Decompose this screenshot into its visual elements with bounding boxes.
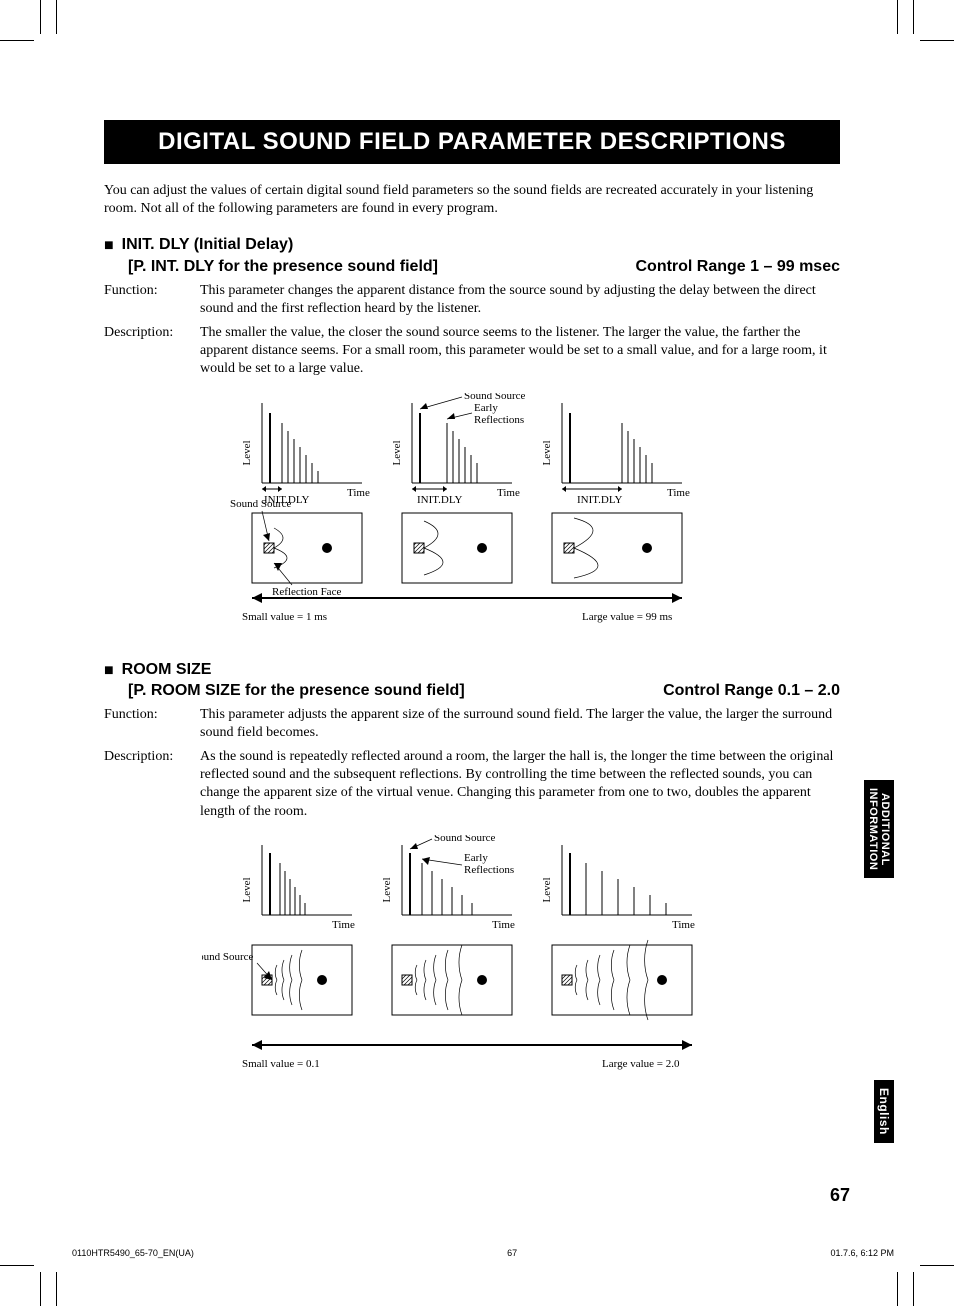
reflection-face-label: Reflection Face — [272, 586, 341, 598]
function-label: Function: — [104, 282, 200, 318]
square-bullet-icon: ■ — [104, 236, 114, 255]
footer-center: 67 — [507, 1248, 517, 1258]
section-2-subhead: [P. ROOM SIZE for the presence sound fie… — [128, 682, 840, 700]
level-label: Level — [391, 440, 403, 465]
page-content: DIGITAL SOUND FIELD PARAMETER DESCRIPTIO… — [104, 120, 840, 1095]
time-label: Time — [672, 919, 695, 931]
section-1-subname: [P. INT. DLY for the presence sound fiel… — [128, 258, 438, 276]
section-2-function: This parameter adjusts the apparent size… — [200, 706, 840, 742]
page-number: 67 — [830, 1185, 850, 1206]
time-label: Time — [332, 919, 355, 931]
section-1-function: This parameter changes the apparent dist… — [200, 282, 840, 318]
page-title: DIGITAL SOUND FIELD PARAMETER DESCRIPTIO… — [104, 120, 840, 164]
section-1-description: The smaller the value, the closer the so… — [200, 324, 840, 379]
init-dly-label: INIT.DLY — [577, 494, 622, 506]
time-label: Time — [497, 487, 520, 499]
section-1-description-row: Description: The smaller the value, the … — [104, 324, 840, 379]
reflections-label: Reflections — [464, 864, 514, 876]
level-label: Level — [241, 877, 253, 902]
sound-source-label: Sound Source — [464, 393, 526, 402]
time-label: Time — [667, 487, 690, 499]
intro-text: You can adjust the values of certain dig… — [104, 182, 840, 218]
description-label: Description: — [104, 748, 200, 821]
small-value-label: Small value = 0.1 — [242, 1058, 320, 1070]
section-2-function-row: Function: This parameter adjusts the app… — [104, 706, 840, 742]
section-2-name: ROOM SIZE — [122, 661, 212, 679]
footer-left: 0110HTR5490_65-70_EN(UA) — [72, 1248, 194, 1258]
section-1-range: Control Range 1 – 99 msec — [635, 258, 840, 276]
section-2-description: As the sound is repeatedly reflected aro… — [200, 748, 840, 821]
footer: 0110HTR5490_65-70_EN(UA) 67 01.7.6, 6:12… — [72, 1248, 894, 1258]
init-dly-label: INIT.DLY — [417, 494, 462, 506]
level-label: Level — [381, 877, 393, 902]
sound-source-label: Sound Source — [202, 951, 254, 963]
large-value-label: Large value = 99 ms — [582, 611, 672, 623]
side-tab-english: English — [874, 1080, 894, 1143]
sound-source-label: Sound Source — [434, 835, 496, 844]
square-bullet-icon: ■ — [104, 661, 114, 680]
function-label: Function: — [104, 706, 200, 742]
section-2-range: Control Range 0.1 – 2.0 — [663, 682, 840, 700]
description-label: Description: — [104, 324, 200, 379]
sound-source-label: Sound Source — [230, 498, 292, 510]
level-label: Level — [541, 440, 553, 465]
section-2-description-row: Description: As the sound is repeatedly … — [104, 748, 840, 821]
early-label: Early — [474, 402, 498, 414]
level-label: Level — [541, 877, 553, 902]
time-label: Time — [492, 919, 515, 931]
time-label: Time — [347, 487, 370, 499]
reflections-label: Reflections — [474, 414, 524, 426]
section-1-function-row: Function: This parameter changes the app… — [104, 282, 840, 318]
side-tab-additional-info: ADDITIONALINFORMATION — [864, 780, 894, 878]
large-value-label: Large value = 2.0 — [602, 1058, 680, 1070]
section-1-heading: ■ INIT. DLY (Initial Delay) — [104, 236, 840, 255]
room-size-diagram: Level Time Level Time — [202, 835, 742, 1095]
section-2-heading: ■ ROOM SIZE — [104, 661, 840, 680]
section-1-subhead: [P. INT. DLY for the presence sound fiel… — [128, 258, 840, 276]
footer-right: 01.7.6, 6:12 PM — [830, 1248, 894, 1258]
early-label: Early — [464, 852, 488, 864]
section-1-name: INIT. DLY (Initial Delay) — [122, 236, 294, 254]
section-2-subname: [P. ROOM SIZE for the presence sound fie… — [128, 682, 465, 700]
level-label: Level — [241, 440, 253, 465]
small-value-label: Small value = 1 ms — [242, 611, 327, 623]
init-dly-diagram: Level Time INIT.DLY Level Time — [212, 393, 732, 643]
